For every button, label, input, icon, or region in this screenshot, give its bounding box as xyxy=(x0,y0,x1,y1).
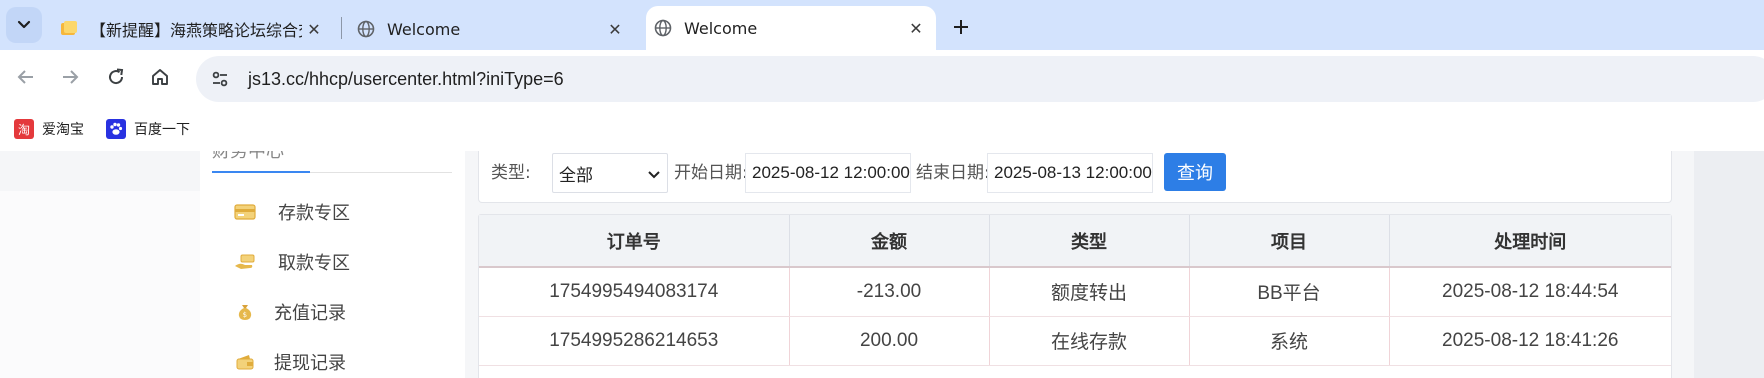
order-id-cell: 1754995494083174 xyxy=(479,267,790,317)
baidu-paw-icon xyxy=(106,119,126,139)
folder-note-icon xyxy=(60,20,78,38)
column-header: 处理时间 xyxy=(1389,215,1671,268)
tab-search-button[interactable] xyxy=(6,7,42,43)
bookmark-taobao[interactable]: 淘 爱淘宝 xyxy=(14,114,84,144)
sidebar-item-label: 充值记录 xyxy=(274,303,346,324)
column-header: 项目 xyxy=(1189,215,1390,268)
finance-sidebar: 财务中心 存款专区 取款专区 $ 充值记录 提现记录 xyxy=(200,151,465,378)
type-label: 类型: xyxy=(491,163,531,183)
table-row: 1754995494083174 -213.00 额度转出 BB平台 2025-… xyxy=(479,267,1671,317)
site-settings-icon[interactable] xyxy=(202,61,238,97)
card-icon xyxy=(234,203,256,221)
time-cell: 2025-08-12 18:44:54 xyxy=(1389,267,1671,317)
start-date-input[interactable]: 2025-08-12 12:00:00 xyxy=(745,153,911,193)
time-cell: 2025-08-12 18:41:26 xyxy=(1389,316,1671,366)
section-divider xyxy=(310,172,452,173)
records-table: 订单号 金额 类型 项目 处理时间 1754995494083174 -213.… xyxy=(479,215,1671,366)
wallet-icon xyxy=(234,353,256,371)
sidebar-item-withdraw-records[interactable]: 提现记录 xyxy=(234,347,346,377)
close-icon[interactable]: ✕ xyxy=(904,16,928,40)
order-id-cell: 1754995286214653 xyxy=(479,316,790,366)
hand-money-icon xyxy=(234,253,256,271)
chevron-down-icon xyxy=(17,16,31,35)
end-date-input[interactable]: 2025-08-13 12:00:00 xyxy=(987,153,1153,193)
money-bag-icon: $ xyxy=(234,303,256,321)
records-table-container: 订单号 金额 类型 项目 处理时间 1754995494083174 -213.… xyxy=(478,214,1672,378)
reload-button[interactable] xyxy=(98,61,134,97)
sidebar-item-deposit[interactable]: 存款专区 xyxy=(234,197,350,227)
column-header: 类型 xyxy=(989,215,1190,268)
bookmarks-bar: 淘 爱淘宝 百度一下 xyxy=(0,108,1764,151)
background-decoration xyxy=(0,191,200,378)
type-cell: 额度转出 xyxy=(989,267,1190,317)
background-decoration xyxy=(1694,151,1764,378)
project-cell: BB平台 xyxy=(1189,267,1390,317)
sidebar-item-label: 存款专区 xyxy=(278,203,350,224)
arrow-left-icon xyxy=(16,67,36,91)
column-header: 订单号 xyxy=(479,215,790,268)
column-header: 金额 xyxy=(789,215,990,268)
sidebar-section-title: 财务中心 xyxy=(212,151,284,162)
amount-cell: -213.00 xyxy=(789,267,990,317)
tab-separator xyxy=(341,17,342,39)
sidebar-item-label: 提现记录 xyxy=(274,353,346,374)
sidebar-item-recharge-records[interactable]: $ 充值记录 xyxy=(234,297,346,327)
back-button[interactable] xyxy=(8,61,44,97)
tab-welcome[interactable]: Welcome ✕ xyxy=(353,8,633,50)
project-cell: 系统 xyxy=(1189,316,1390,366)
tab-title: Welcome xyxy=(387,19,461,39)
amount-cell: 200.00 xyxy=(789,316,990,366)
globe-icon xyxy=(654,19,672,37)
table-row: 1754995286214653 200.00 在线存款 系统 2025-08-… xyxy=(479,316,1671,366)
close-icon[interactable]: ✕ xyxy=(603,17,627,41)
arrow-right-icon xyxy=(60,67,80,91)
filter-bar: 类型: 全部 开始日期: 2025-08-12 12:00:00 结束日期: 2… xyxy=(478,151,1672,203)
end-date-label: 结束日期: xyxy=(916,163,990,183)
type-select-value: 全部 xyxy=(559,165,593,186)
close-icon[interactable]: ✕ xyxy=(302,17,326,41)
bookmark-baidu[interactable]: 百度一下 xyxy=(106,114,190,144)
tab-title: Welcome xyxy=(684,18,758,38)
address-bar[interactable]: js13.cc/hhcp/usercenter.html?iniType=6 xyxy=(196,56,1764,102)
chevron-down-icon xyxy=(647,166,661,186)
new-tab-button[interactable] xyxy=(946,12,976,42)
svg-text:$: $ xyxy=(243,311,247,319)
plus-icon xyxy=(953,13,969,41)
svg-text:淘: 淘 xyxy=(18,123,30,136)
section-underline xyxy=(212,171,310,173)
globe-icon xyxy=(357,20,375,38)
type-select[interactable]: 全部 xyxy=(552,153,668,193)
home-icon xyxy=(150,67,170,91)
taobao-icon: 淘 xyxy=(14,119,34,139)
home-button[interactable] xyxy=(142,61,178,97)
browser-toolbar: js13.cc/hhcp/usercenter.html?iniType=6 xyxy=(0,50,1764,108)
bookmark-label: 爱淘宝 xyxy=(42,122,84,138)
table-header-row: 订单号 金额 类型 项目 处理时间 xyxy=(479,215,1671,268)
page-content: 财务中心 存款专区 取款专区 $ 充值记录 提现记录 类型: 全部 开始日期: … xyxy=(0,151,1764,378)
start-date-label: 开始日期: xyxy=(674,163,748,183)
tab-strip: 【新提醒】海燕策略论坛综合交 ✕ Welcome ✕ Welcome ✕ xyxy=(0,0,1764,50)
query-button[interactable]: 查询 xyxy=(1164,153,1226,191)
type-cell: 在线存款 xyxy=(989,316,1190,366)
tab-welcome-active[interactable]: Welcome ✕ xyxy=(646,6,936,50)
url-text: js13.cc/hhcp/usercenter.html?iniType=6 xyxy=(248,68,564,89)
forward-button[interactable] xyxy=(52,61,88,97)
tab-forum[interactable]: 【新提醒】海燕策略论坛综合交 ✕ xyxy=(56,8,332,50)
reload-icon xyxy=(106,67,126,91)
bookmark-label: 百度一下 xyxy=(134,122,190,138)
sidebar-item-label: 取款专区 xyxy=(278,253,350,274)
sidebar-item-withdraw[interactable]: 取款专区 xyxy=(234,247,350,277)
tab-title: 【新提醒】海燕策略论坛综合交 xyxy=(90,21,302,40)
